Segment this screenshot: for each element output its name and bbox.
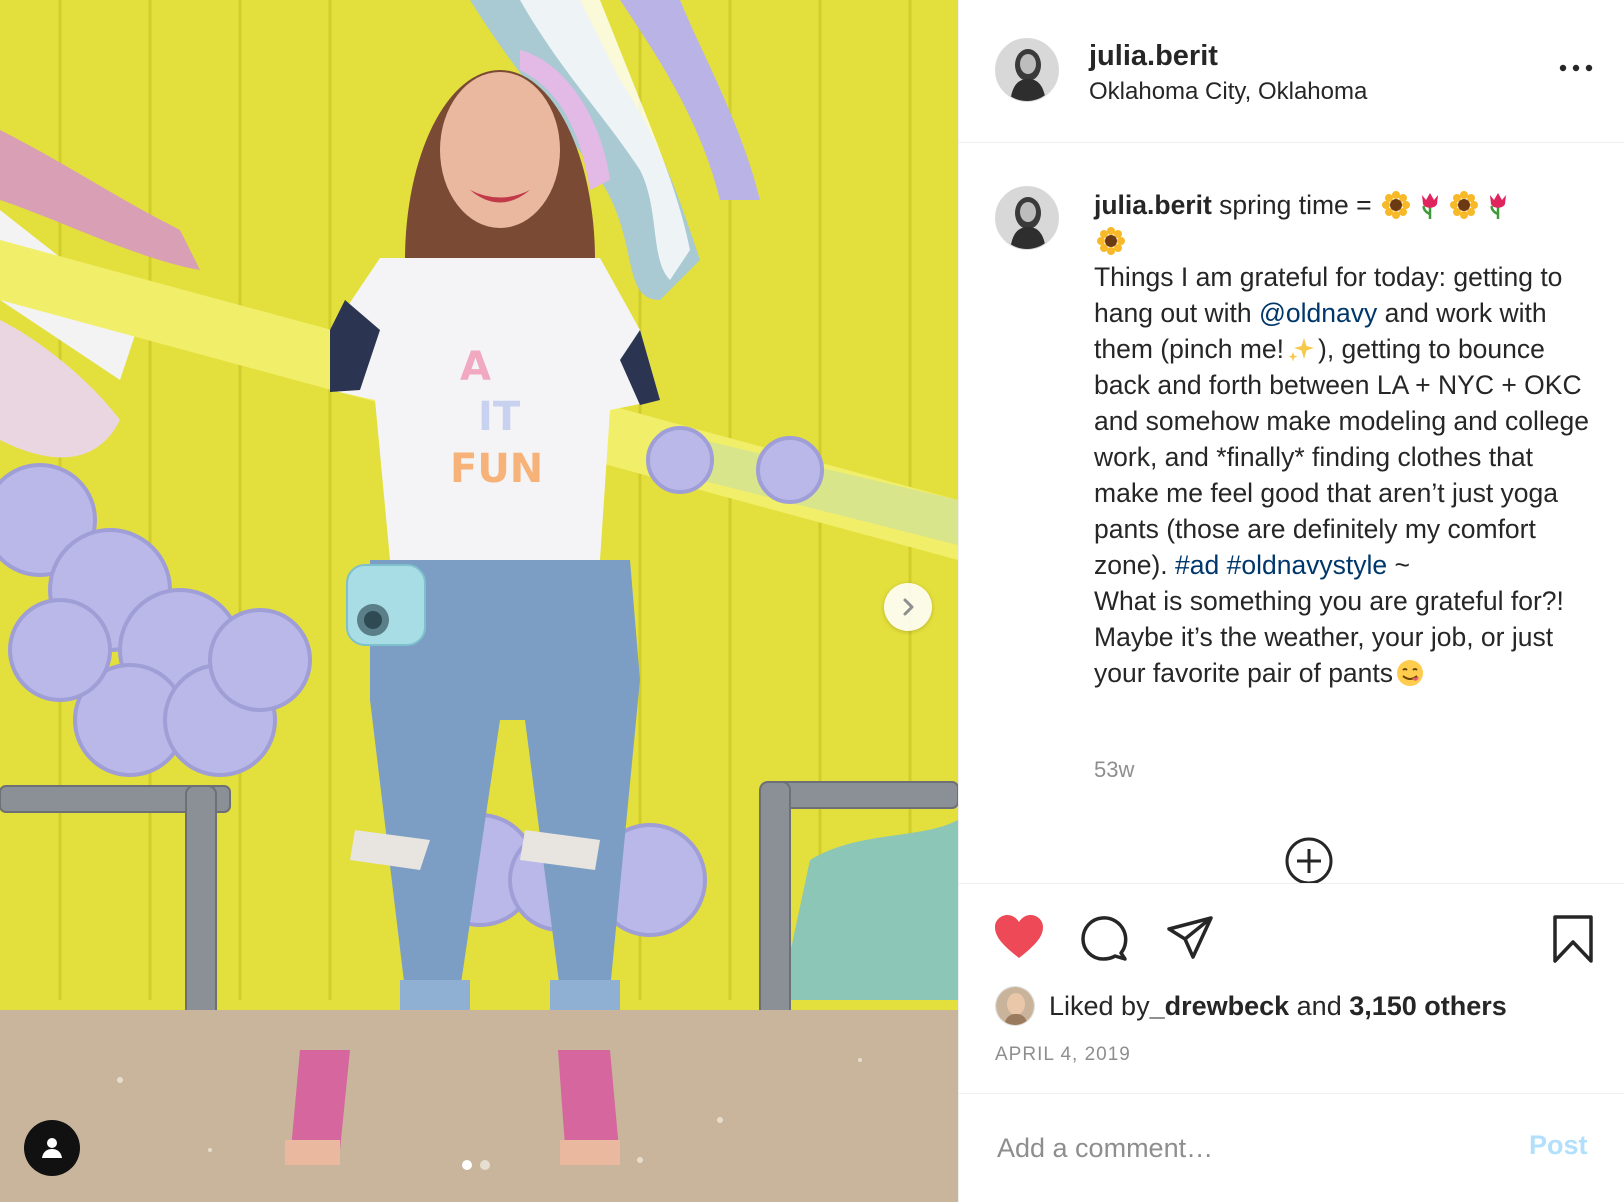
user-icon bbox=[42, 1138, 62, 1158]
share-button[interactable] bbox=[1165, 914, 1215, 969]
likes-and: and bbox=[1289, 990, 1350, 1021]
comments-area: julia.berit spring time = Things I am gr… bbox=[959, 143, 1624, 883]
more-horizontal-icon bbox=[1559, 64, 1593, 72]
carousel-dot-active bbox=[462, 1160, 472, 1170]
post-side-panel: julia.berit Oklahoma City, Oklahoma juli… bbox=[958, 0, 1624, 1202]
caption-username[interactable]: julia.berit bbox=[1094, 190, 1212, 220]
post-header: julia.berit Oklahoma City, Oklahoma bbox=[959, 0, 1624, 143]
carousel-dot bbox=[480, 1160, 490, 1170]
caption-question: What is something you are grateful for?!… bbox=[1094, 586, 1564, 688]
save-button[interactable] bbox=[1551, 914, 1595, 969]
author-avatar[interactable] bbox=[995, 38, 1059, 102]
post-caption: julia.berit spring time = Things I am gr… bbox=[1094, 187, 1604, 691]
sunflower-icon bbox=[1381, 191, 1410, 219]
tulip-icon bbox=[1421, 193, 1438, 219]
comment-button[interactable] bbox=[1079, 914, 1129, 969]
comment-icon bbox=[1081, 916, 1128, 961]
photo-illustration: A IT FUN bbox=[0, 0, 958, 1202]
chevron-right-icon bbox=[903, 598, 914, 616]
like-button[interactable] bbox=[993, 914, 1045, 965]
post-location[interactable]: Oklahoma City, Oklahoma bbox=[1089, 78, 1367, 106]
svg-text:IT: IT bbox=[478, 394, 521, 440]
likes-count[interactable]: 3,150 others bbox=[1349, 991, 1507, 1022]
liker-avatar-image bbox=[996, 987, 1034, 1025]
sunflower-icon bbox=[1097, 227, 1125, 255]
tulip-icon bbox=[1489, 193, 1506, 219]
heart-icon bbox=[995, 915, 1043, 958]
caption-author-avatar[interactable] bbox=[995, 186, 1059, 250]
share-icon bbox=[1167, 916, 1213, 959]
post-comment-button[interactable]: Post bbox=[1529, 1130, 1588, 1161]
yummy-face-icon bbox=[1397, 660, 1424, 686]
next-slide-button[interactable] bbox=[884, 583, 932, 631]
caption-text-part3: ), getting to bounce back and forth betw… bbox=[1094, 334, 1589, 580]
more-options-button[interactable] bbox=[1557, 60, 1595, 76]
liker-avatar[interactable] bbox=[995, 986, 1035, 1026]
bookmark-icon bbox=[1553, 915, 1593, 963]
caption-intro: spring time = bbox=[1211, 190, 1379, 220]
author-avatar-image bbox=[996, 39, 1058, 101]
plus-circle-icon bbox=[1285, 837, 1333, 883]
svg-text:FUN: FUN bbox=[450, 446, 543, 492]
load-more-comments-button[interactable] bbox=[1284, 836, 1334, 883]
comment-input[interactable] bbox=[995, 1124, 1499, 1172]
comment-bar: Post bbox=[959, 1093, 1624, 1202]
post-date[interactable]: APRIL 4, 2019 bbox=[995, 1044, 1131, 1066]
caption-avatar-image bbox=[996, 187, 1058, 249]
sunflower-icon bbox=[1449, 191, 1478, 219]
post-actions: Liked by _drewbeck and 3,150 others APRI… bbox=[959, 883, 1624, 1093]
post-photo[interactable]: A IT FUN bbox=[0, 0, 958, 1202]
author-username[interactable]: julia.berit bbox=[1089, 40, 1218, 73]
likes-summary: Liked by _drewbeck and 3,150 others bbox=[995, 986, 1507, 1026]
svg-text:A: A bbox=[460, 344, 491, 390]
liker-username[interactable]: _drewbeck bbox=[1150, 991, 1290, 1022]
caption-tilde: ~ bbox=[1387, 550, 1411, 580]
sparkles-icon bbox=[1288, 338, 1314, 362]
tagged-users-button[interactable] bbox=[24, 1120, 80, 1176]
carousel-indicator bbox=[462, 1160, 490, 1170]
likes-prefix: Liked by bbox=[1049, 990, 1150, 1021]
hashtag-link[interactable]: #oldnavystyle bbox=[1227, 550, 1388, 580]
hashtag-link[interactable]: #ad bbox=[1175, 550, 1219, 580]
post-time-ago: 53w bbox=[1094, 757, 1135, 782]
mention-link[interactable]: @oldnavy bbox=[1259, 298, 1377, 328]
